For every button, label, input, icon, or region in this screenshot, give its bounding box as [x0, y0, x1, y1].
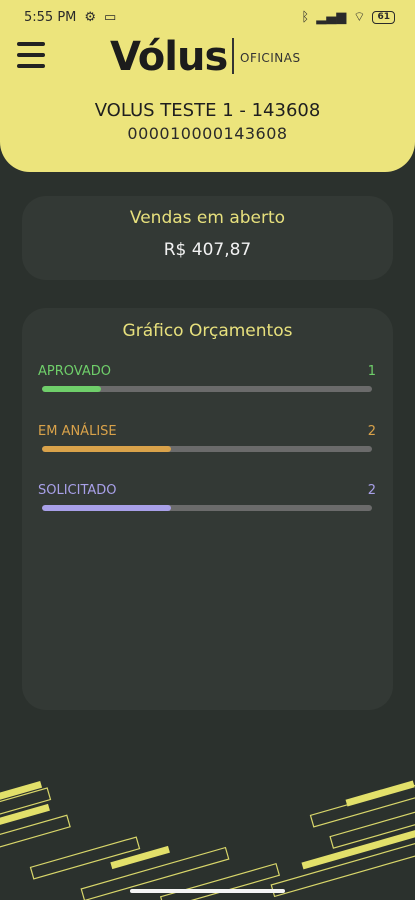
gesture-bar[interactable] — [130, 889, 285, 893]
signal-icon: ▂▄▆ — [316, 9, 347, 25]
bar-label: SOLICITADO — [38, 483, 117, 498]
chart-title: Gráfico Orçamentos — [122, 321, 293, 341]
bar-fill — [42, 446, 171, 452]
bar-label: EM ANÁLISE — [38, 424, 117, 439]
decorative-stripes — [0, 780, 415, 900]
logo-subtitle: OFICINAS — [240, 51, 301, 65]
bluetooth-icon: ᛒ — [301, 9, 310, 25]
app-header: 5:55 PM ⚙ ▭ ᛒ ▂▄▆ ⌔ 61 Vólus OFICINAS VO… — [0, 0, 415, 172]
gear-icon: ⚙ — [84, 9, 97, 25]
bar-label: APROVADO — [38, 364, 111, 379]
bar-fill — [42, 386, 102, 392]
menu-icon[interactable] — [17, 42, 45, 68]
battery-icon: 61 — [372, 10, 395, 24]
screen-icon: ▭ — [104, 9, 117, 25]
budget-chart-card: Gráfico Orçamentos APROVADO 1 EM ANÁLISE 2 S… — [22, 308, 393, 710]
status-bar: 5:55 PM ⚙ ▭ ᛒ ▂▄▆ ⌔ 61 — [0, 0, 415, 34]
bar-track — [42, 386, 372, 392]
volus-logo: Vólus — [110, 34, 228, 80]
bar-track — [42, 505, 372, 511]
account-name: VOLUS TESTE 1 - 143608 — [94, 100, 321, 121]
status-time: 5:55 PM — [24, 9, 77, 25]
bar-track — [42, 446, 372, 452]
bar-fill — [42, 505, 171, 511]
bar-count: 2 — [367, 483, 376, 498]
logo-divider — [232, 38, 234, 74]
sales-title: Vendas em aberto — [129, 208, 286, 228]
sales-value: R$ 407,87 — [163, 240, 252, 260]
wifi-icon: ⌔ — [353, 10, 366, 25]
account-number: 000010000143608 — [127, 124, 288, 143]
bar-count: 2 — [367, 424, 376, 439]
sales-card[interactable]: Vendas em aberto R$ 407,87 — [22, 196, 393, 280]
bar-count: 1 — [367, 364, 376, 379]
